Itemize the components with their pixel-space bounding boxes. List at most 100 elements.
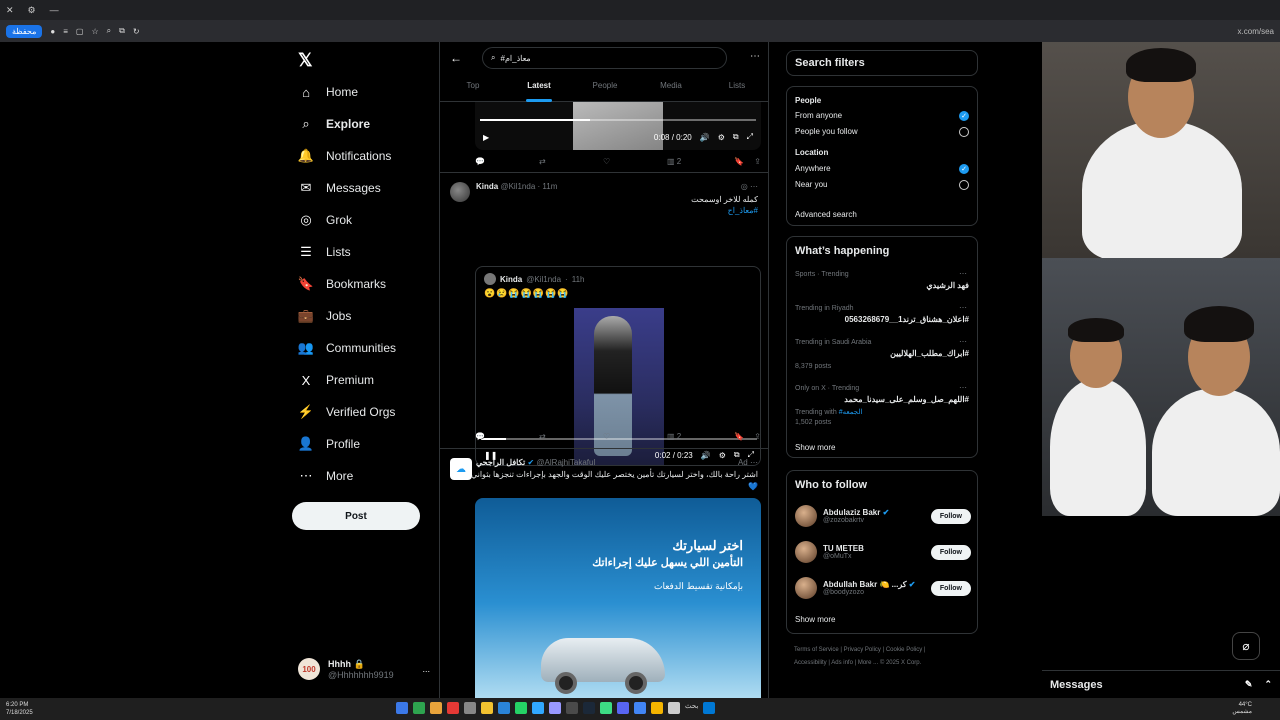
weather-widget[interactable]: 44°C مشمس — [1232, 702, 1252, 716]
advertiser-name[interactable]: تكافل الراجحي — [476, 458, 525, 467]
tweet-time[interactable]: 11m — [542, 182, 557, 191]
settings-icon[interactable]: ⚙ — [719, 451, 726, 460]
nav-bookmarks[interactable]: 🔖 Bookmarks — [298, 276, 386, 292]
video-player[interactable]: ❚❚ 0:02 / 0:23 🔊 ⚙ ⧉ ⤢ — [476, 308, 760, 465]
author-handle[interactable]: @Kil1nda — [500, 182, 535, 191]
nav-premium[interactable]: X Premium — [298, 372, 374, 388]
app-icon[interactable] — [600, 702, 612, 714]
advertiser-handle[interactable]: @AlRajhiTakaful — [536, 458, 595, 467]
volume-icon[interactable]: 🔊 — [700, 133, 710, 142]
nav-jobs[interactable]: 💼 Jobs — [298, 308, 351, 324]
tab-latest[interactable]: Latest — [506, 78, 572, 102]
nav-grok[interactable]: ◎ Grok — [298, 212, 352, 228]
radio-anywhere[interactable]: ✓ — [959, 164, 969, 174]
follow-button[interactable]: Follow — [930, 580, 971, 596]
nav-profile[interactable]: 👤 Profile — [298, 436, 360, 452]
nav-lists[interactable]: ☰ Lists — [298, 244, 351, 260]
bookmark-icon[interactable]: 🔖 — [734, 432, 744, 441]
steam-icon[interactable] — [583, 702, 595, 714]
minimize-icon[interactable]: — — [50, 5, 59, 15]
refresh-icon[interactable]: ↻ — [133, 27, 140, 36]
retweet-icon[interactable]: ⇄ — [539, 432, 603, 441]
nav-notifications[interactable]: 🔔 Notifications — [298, 148, 391, 164]
show-more-link[interactable]: Show more — [795, 615, 835, 624]
views-count[interactable]: ▥ 2 — [667, 432, 731, 441]
filter-anywhere[interactable]: Anywhere — [795, 164, 831, 173]
chevron-up-icon[interactable]: ⌃ — [1264, 679, 1272, 690]
account-switcher[interactable]: 100 Hhhh 🔒 @Hhhhhhh9919 ... — [298, 658, 430, 680]
ad-image[interactable]: اختر لسيارتك التأمين اللي يسهل عليك إجرا… — [475, 498, 761, 698]
radio-from-anyone[interactable]: ✓ — [959, 111, 969, 121]
app-icon[interactable] — [481, 702, 493, 714]
photoshop-icon[interactable] — [532, 702, 544, 714]
app-icon[interactable] — [668, 702, 680, 714]
settings-icon[interactable]: ⚙ — [28, 5, 36, 16]
menu-icon[interactable]: ≡ — [63, 27, 68, 36]
fullscreen-icon[interactable]: ⤢ — [747, 132, 753, 142]
pip-icon[interactable]: ⧉ — [733, 132, 739, 142]
follow-button[interactable]: Follow — [930, 544, 971, 560]
advanced-search-link[interactable]: Advanced search — [795, 210, 857, 219]
reply-icon[interactable]: 💬 — [475, 432, 539, 441]
wallet-badge[interactable]: محفظة — [6, 24, 43, 38]
footer-link[interactable]: Terms of Service — [794, 647, 839, 653]
retweet-icon[interactable]: ⇄ — [539, 157, 603, 166]
tab-media[interactable]: Media — [638, 78, 704, 102]
more-icon[interactable]: ⋯ — [750, 51, 760, 62]
tabs-icon[interactable]: ▢ — [76, 27, 84, 36]
filter-from-anyone[interactable]: From anyone — [795, 111, 842, 120]
nav-communities[interactable]: 👥 Communities — [298, 340, 396, 356]
more-icon[interactable]: ⋯ — [750, 182, 758, 191]
windows-start-icon[interactable] — [703, 702, 716, 714]
nav-explore[interactable]: ⌕ Explore — [298, 116, 370, 132]
trend-name[interactable]: #ابراك_مطلب_الهلاليين — [890, 349, 969, 358]
nav-messages[interactable]: ✉ Messages — [298, 180, 381, 196]
x-logo-icon[interactable]: 𝕏 — [298, 50, 313, 71]
volume-icon[interactable]: 🔊 — [701, 451, 711, 460]
back-arrow-icon[interactable]: ← — [450, 51, 462, 65]
footer-link[interactable]: Cookie Policy — [886, 647, 922, 653]
follow-suggestion[interactable]: Abdullah Bakr 🍋 ...كر ✔ @boodyzozo Follow — [795, 575, 971, 601]
nav-more[interactable]: ⋯ More — [298, 468, 354, 484]
reply-icon[interactable]: 💬 — [475, 157, 539, 166]
discord-icon[interactable] — [617, 702, 629, 714]
premiere-icon[interactable] — [549, 702, 561, 714]
bookmark-icon[interactable]: 🔖 — [734, 157, 744, 166]
star-icon[interactable]: ☆ — [91, 27, 98, 36]
folder-icon[interactable] — [651, 702, 663, 714]
search-input[interactable]: ⌕ #معاذ_ام — [482, 47, 727, 69]
close-icon[interactable]: ✕ — [6, 5, 14, 16]
youtube-icon[interactable] — [447, 702, 459, 714]
nav-verified-orgs[interactable]: ⚡ Verified Orgs — [298, 404, 395, 420]
follow-suggestion[interactable]: TU METEB @oMuTx Follow — [795, 539, 971, 565]
post-button[interactable]: Post — [292, 502, 420, 530]
compose-icon[interactable]: ✎ — [1245, 679, 1253, 690]
more-icon[interactable]: ⋯ — [959, 303, 967, 312]
footer-link[interactable]: Accessibility — [794, 660, 827, 666]
play-icon[interactable]: ▶ — [483, 133, 489, 142]
tab-people[interactable]: People — [572, 78, 638, 102]
show-more-link[interactable]: Show more — [795, 443, 835, 452]
like-icon[interactable]: ♡ — [603, 157, 667, 166]
messages-drawer[interactable]: Messages ✎ ⌃ — [1042, 670, 1280, 698]
chrome-icon[interactable] — [634, 702, 646, 714]
video-player[interactable]: ▶ 0:08 / 0:20 🔊 ⚙ ⧉ ⤢ — [475, 102, 761, 150]
grok-icon[interactable]: ◎ — [741, 182, 748, 191]
radio-people-you-follow[interactable] — [959, 127, 969, 137]
follow-suggestion[interactable]: Abdulaziz Bakr ✔ @zozobakrtv Follow — [795, 503, 971, 529]
address-bar[interactable]: x.com/sea — [1238, 27, 1274, 36]
trend-name[interactable]: فهد الرشيدي — [926, 281, 969, 290]
app-icon[interactable] — [396, 702, 408, 714]
ad-label[interactable]: Ad ⋯ — [738, 458, 758, 467]
tab-lists[interactable]: Lists — [704, 78, 768, 102]
like-icon[interactable]: ♡ — [603, 432, 667, 441]
footer-link[interactable]: Ads info — [831, 660, 853, 666]
tweet-menu[interactable]: ◎ ⋯ — [741, 182, 758, 191]
hashtag-link[interactable]: #معاذ_اح — [728, 206, 758, 215]
filter-people-you-follow[interactable]: People you follow — [795, 127, 858, 136]
profile-icon[interactable]: ● — [50, 27, 55, 36]
more-icon[interactable]: ⋯ — [959, 383, 967, 392]
more-icon[interactable]: ⋯ — [959, 337, 967, 346]
trend-name[interactable]: #اللهم_صل_وسلم_على_سيدنا_محمد — [844, 395, 969, 404]
author-name[interactable]: Kinda — [476, 182, 498, 191]
